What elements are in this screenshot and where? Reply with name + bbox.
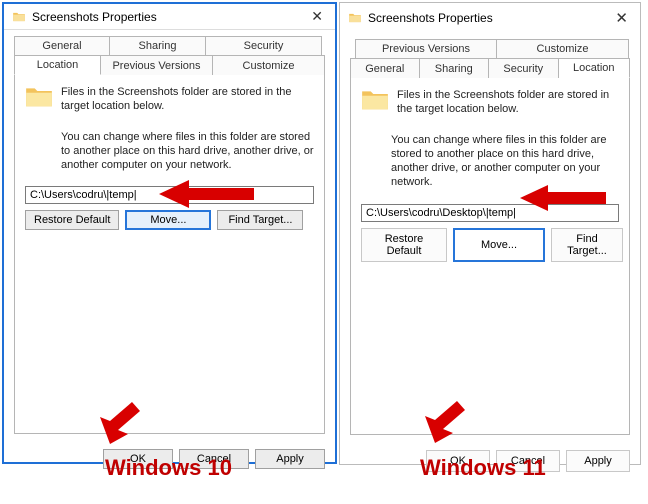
tab-general[interactable]: General xyxy=(14,36,110,55)
folder-icon xyxy=(12,10,26,24)
move-button[interactable]: Move... xyxy=(453,228,545,262)
restore-default-button[interactable]: Restore Default xyxy=(25,210,119,230)
titlebar[interactable]: Screenshots Properties ✕ xyxy=(340,3,640,33)
location-path-input[interactable] xyxy=(361,204,619,222)
apply-button[interactable]: Apply xyxy=(566,450,630,472)
tab-security[interactable]: Security xyxy=(206,36,322,55)
folder-icon xyxy=(348,11,362,25)
close-icon[interactable]: ✕ xyxy=(305,8,329,25)
location-path-input[interactable] xyxy=(25,186,314,204)
tab-location[interactable]: Location xyxy=(14,55,101,75)
tab-panel-location: Files in the Screenshots folder are stor… xyxy=(350,77,630,435)
tab-customize[interactable]: Customize xyxy=(497,39,629,58)
move-button[interactable]: Move... xyxy=(125,210,211,230)
folder-icon xyxy=(25,85,53,109)
tab-sharing[interactable]: Sharing xyxy=(420,58,490,78)
folder-icon xyxy=(361,88,389,112)
tab-sharing[interactable]: Sharing xyxy=(110,36,206,55)
tab-previous-versions[interactable]: Previous Versions xyxy=(101,55,213,75)
dialog-win10: Screenshots Properties ✕ General Sharing… xyxy=(2,2,337,464)
titlebar[interactable]: Screenshots Properties ✕ xyxy=(4,4,335,30)
restore-default-button[interactable]: Restore Default xyxy=(361,228,447,262)
tab-previous-versions[interactable]: Previous Versions xyxy=(355,39,497,58)
window-title: Screenshots Properties xyxy=(368,11,493,25)
location-description-1: Files in the Screenshots folder are stor… xyxy=(397,88,619,117)
tab-security[interactable]: Security xyxy=(489,58,559,78)
tab-customize[interactable]: Customize xyxy=(213,55,325,75)
location-description-2: You can change where files in this folde… xyxy=(61,130,314,173)
window-title: Screenshots Properties xyxy=(32,10,157,24)
caption-win11: Windows 11 xyxy=(420,455,546,481)
tabstrip: Previous Versions Customize General Shar… xyxy=(350,39,630,436)
location-description-1: Files in the Screenshots folder are stor… xyxy=(61,85,314,114)
find-target-button[interactable]: Find Target... xyxy=(551,228,623,262)
caption-win10: Windows 10 xyxy=(105,455,232,481)
tab-general[interactable]: General xyxy=(350,58,420,78)
find-target-button[interactable]: Find Target... xyxy=(217,210,303,230)
tab-location[interactable]: Location xyxy=(559,58,630,78)
location-description-2: You can change where files in this folde… xyxy=(391,133,619,190)
dialog-win11: Screenshots Properties ✕ Previous Versio… xyxy=(339,2,641,465)
apply-button[interactable]: Apply xyxy=(255,449,325,469)
tabstrip: General Sharing Security Location Previo… xyxy=(14,36,325,435)
close-icon[interactable]: ✕ xyxy=(609,9,634,27)
tab-panel-location: Files in the Screenshots folder are stor… xyxy=(14,74,325,434)
